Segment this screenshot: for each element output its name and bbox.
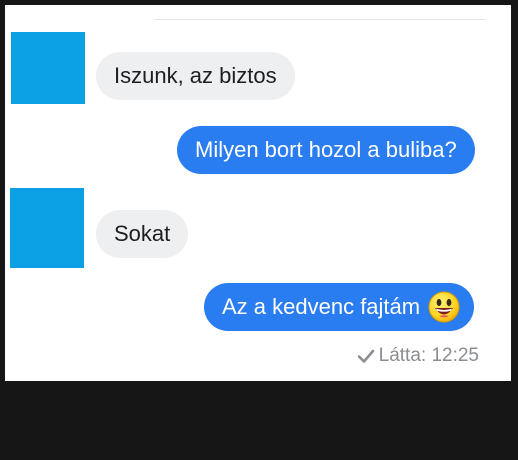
avatar[interactable] <box>11 32 85 104</box>
message-text: Milyen bort hozol a buliba? <box>195 137 457 162</box>
outgoing-message-bubble[interactable]: Az a kedvenc fajtám <box>204 283 475 331</box>
message-text: Sokat <box>114 221 171 246</box>
incoming-message-bubble[interactable]: Sokat <box>96 210 189 258</box>
divider <box>155 19 485 20</box>
seen-status-label: Látta: 12:25 <box>378 345 479 366</box>
incoming-message-bubble[interactable]: Iszunk, az biztos <box>96 52 295 100</box>
chat-panel: Iszunk, az biztos Milyen bort hozol a bu… <box>5 5 511 381</box>
grinning-face-emoji-icon <box>428 291 460 323</box>
outgoing-message-bubble[interactable]: Milyen bort hozol a buliba? <box>177 126 475 174</box>
check-icon <box>357 349 374 363</box>
avatar[interactable] <box>10 188 84 268</box>
message-text: Iszunk, az biztos <box>114 63 277 88</box>
message-text: Az a kedvenc fajtám <box>222 294 421 319</box>
seen-status: Látta: 12:25 <box>357 345 479 367</box>
